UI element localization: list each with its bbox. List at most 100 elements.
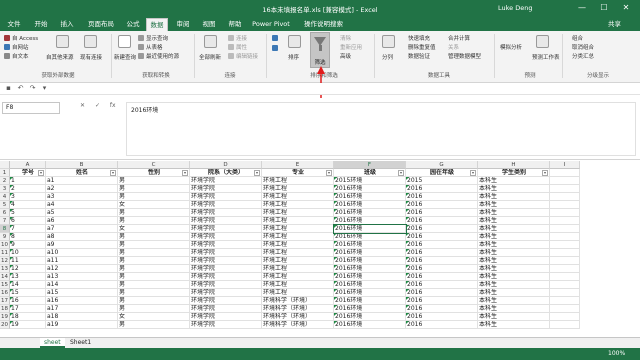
table-cell[interactable]: a4	[46, 201, 118, 209]
undo-icon[interactable]: ↶	[16, 84, 25, 93]
table-cell[interactable]: 男	[118, 233, 190, 241]
table-cell[interactable]: 2016	[406, 313, 478, 321]
properties-button[interactable]: 属性	[236, 43, 247, 51]
table-cell[interactable]: 环境学院	[190, 193, 262, 201]
table-cell[interactable]: 2016	[406, 233, 478, 241]
table-cell[interactable]: 2016	[406, 321, 478, 329]
table-cell[interactable]: 2016环境	[334, 193, 406, 201]
table-cell[interactable]	[550, 297, 580, 305]
table-cell[interactable]: 男	[118, 241, 190, 249]
table-cell[interactable]: 环境工程	[262, 289, 334, 297]
table-cell[interactable]: 本科生	[478, 217, 550, 225]
table-cell[interactable]: 2016环境	[334, 233, 406, 241]
flash-fill-button[interactable]: 快速填充	[408, 34, 430, 42]
table-cell[interactable]: 2016	[406, 193, 478, 201]
table-cell[interactable]: 环境科学（环境）	[262, 297, 334, 305]
table-cell[interactable]: 环境科学（环境）	[262, 305, 334, 313]
table-cell[interactable]: 男	[118, 289, 190, 297]
table-cell[interactable]: 本科生	[478, 201, 550, 209]
table-cell[interactable]	[550, 177, 580, 185]
table-cell[interactable]: 环境工程	[262, 217, 334, 225]
column-header-h[interactable]: H	[478, 161, 550, 169]
column-title-cell[interactable]: 性别 ▾	[118, 169, 190, 177]
zoom-level[interactable]: 100%	[608, 348, 625, 360]
table-cell[interactable]: 2016环境	[334, 201, 406, 209]
table-cell[interactable]: 2016环境	[334, 289, 406, 297]
table-cell[interactable]: 环境学院	[190, 185, 262, 193]
table-cell[interactable]: 环境学院	[190, 217, 262, 225]
save-icon[interactable]: ▪	[4, 84, 13, 93]
filter-button[interactable]: 筛选	[310, 32, 330, 68]
table-cell[interactable]: 2016	[406, 257, 478, 265]
tab-insert[interactable]: 插入	[56, 18, 78, 31]
table-cell[interactable]: 环境科学（环境）	[262, 321, 334, 329]
row-header[interactable]: 15	[0, 281, 10, 289]
table-cell[interactable]: 环境学院	[190, 209, 262, 217]
consolidate-button[interactable]: 合并计算	[448, 34, 470, 42]
sheet-tab-sheet1[interactable]: Sheet1	[66, 338, 95, 348]
row-header[interactable]: 9	[0, 233, 10, 241]
table-cell[interactable]: 9	[10, 241, 46, 249]
row-header[interactable]: 6	[0, 209, 10, 217]
table-cell[interactable]	[550, 225, 580, 233]
table-cell[interactable]: 环境工程	[262, 273, 334, 281]
table-cell[interactable]: 女	[118, 201, 190, 209]
table-cell[interactable]	[550, 265, 580, 273]
filter-dropdown-icon[interactable]: ▾	[254, 170, 260, 176]
table-cell[interactable]: 3	[10, 193, 46, 201]
table-cell[interactable]	[550, 321, 580, 329]
filter-dropdown-icon[interactable]: ▾	[542, 170, 548, 176]
table-cell[interactable]: 本科生	[478, 233, 550, 241]
table-cell[interactable]: 环境学院	[190, 177, 262, 185]
table-cell[interactable]	[550, 169, 580, 177]
table-cell[interactable]: 本科生	[478, 209, 550, 217]
advanced-filter-button[interactable]: 高级	[340, 52, 351, 60]
connections-button[interactable]: 连接	[236, 34, 247, 42]
share-button[interactable]: 共享	[608, 18, 621, 30]
table-cell[interactable]: 环境学院	[190, 249, 262, 257]
show-queries-button[interactable]: 显示查询	[146, 34, 168, 42]
table-cell[interactable]: 本科生	[478, 313, 550, 321]
table-cell[interactable]	[550, 313, 580, 321]
table-cell[interactable]: 男	[118, 209, 190, 217]
table-cell[interactable]: a11	[46, 257, 118, 265]
table-cell[interactable]: 2016环境	[334, 249, 406, 257]
row-header[interactable]: 3	[0, 185, 10, 193]
table-cell[interactable]: 2016	[406, 281, 478, 289]
forecast-sheet-button[interactable]: 预测工作表	[532, 53, 560, 61]
table-cell[interactable]: 环境工程	[262, 257, 334, 265]
table-cell[interactable]: 2016环境	[334, 297, 406, 305]
table-cell[interactable]: a3	[46, 193, 118, 201]
minimize-button[interactable]: —	[574, 2, 590, 14]
sort-desc-icon[interactable]	[272, 45, 278, 51]
table-cell[interactable]: 环境工程	[262, 193, 334, 201]
table-cell[interactable]: 13	[10, 273, 46, 281]
tab-data[interactable]: 数据	[146, 18, 168, 31]
table-cell[interactable]	[550, 241, 580, 249]
row-header[interactable]: 12	[0, 257, 10, 265]
table-cell[interactable]	[550, 289, 580, 297]
table-cell[interactable]: 男	[118, 193, 190, 201]
reapply-button[interactable]: 重新应用	[340, 43, 362, 51]
row-header[interactable]: 14	[0, 273, 10, 281]
table-cell[interactable]: 环境工程	[262, 281, 334, 289]
fx-icon[interactable]: fx	[110, 102, 116, 109]
table-cell[interactable]: 女	[118, 313, 190, 321]
table-cell[interactable]: 环境工程	[262, 185, 334, 193]
table-cell[interactable]: 男	[118, 249, 190, 257]
from-text-button[interactable]: 自文本	[12, 52, 29, 60]
column-header-e[interactable]: E	[262, 161, 334, 169]
redo-icon[interactable]: ↷	[28, 84, 37, 93]
data-validation-button[interactable]: 数据验证	[408, 52, 430, 60]
existing-connections-button[interactable]: 现有连接	[80, 53, 102, 61]
table-cell[interactable]: 男	[118, 305, 190, 313]
filter-dropdown-icon[interactable]: ▾	[470, 170, 476, 176]
table-cell[interactable]: 男	[118, 265, 190, 273]
subtotal-button[interactable]: 分类汇总	[572, 52, 594, 60]
table-cell[interactable]	[550, 305, 580, 313]
table-cell[interactable]: 7	[10, 225, 46, 233]
formula-input[interactable]: 2016环境	[126, 102, 636, 156]
table-cell[interactable]	[550, 209, 580, 217]
table-cell[interactable]: a17	[46, 305, 118, 313]
table-cell[interactable]: a19	[46, 321, 118, 329]
